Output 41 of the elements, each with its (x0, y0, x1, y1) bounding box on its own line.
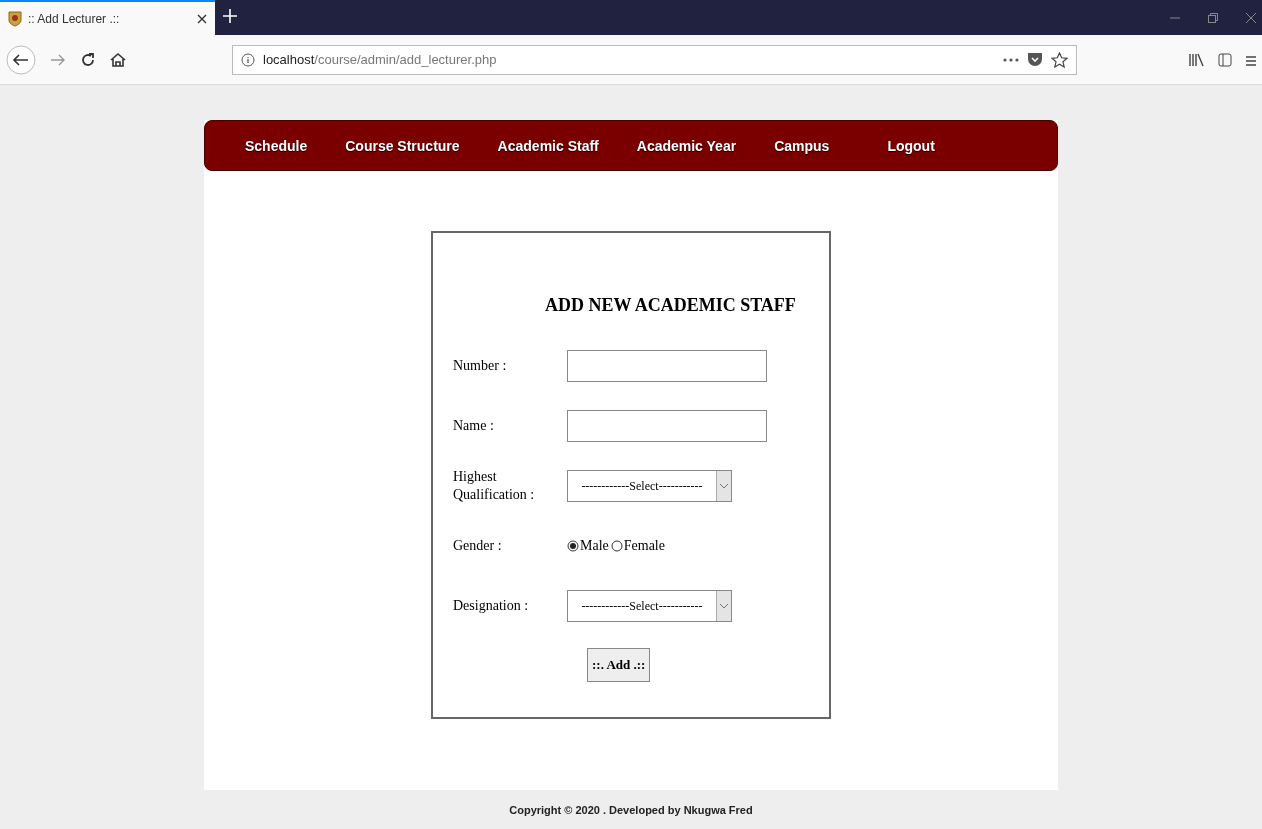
select-dropdown[interactable]: ------------Select----------- (567, 470, 732, 502)
nav-link[interactable]: Schedule (245, 137, 308, 154)
footer-text: Copyright © 2020 . Developed by Nkugwa Fred (509, 804, 753, 816)
shield-icon (8, 10, 22, 27)
radio-button-icon[interactable] (610, 540, 623, 552)
field-label: Designation : (453, 597, 530, 615)
field-label: Highest Qualification : (453, 468, 536, 504)
browser-tab[interactable]: :: Add Lecturer .:: (0, 0, 215, 35)
add-button[interactable]: ::. Add .:: (587, 648, 651, 682)
nav-link[interactable]: Logout (887, 137, 935, 154)
reload-icon[interactable] (80, 51, 96, 68)
info-icon[interactable] (241, 52, 255, 67)
close-window-icon[interactable] (1246, 12, 1256, 23)
pocket-icon[interactable] (1027, 52, 1043, 67)
field-label: Number : (453, 357, 508, 375)
nav-link[interactable]: Campus (774, 137, 830, 154)
library-icon[interactable] (1188, 52, 1204, 67)
home-icon[interactable] (110, 51, 126, 68)
field-label: Gender : (453, 537, 503, 555)
sidebar-icon[interactable] (1218, 52, 1232, 67)
radio-option[interactable]: Female (610, 538, 665, 554)
new-tab-icon[interactable] (223, 9, 237, 23)
radio-option[interactable]: Male (567, 538, 609, 554)
forward-icon[interactable] (50, 52, 66, 67)
select-dropdown[interactable]: ------------Select----------- (567, 590, 732, 622)
star-icon[interactable] (1051, 51, 1068, 68)
nav-link[interactable]: Academic Year (636, 137, 737, 154)
form-title: ADD NEW ACADEMIC STAFF (545, 295, 797, 316)
chevron-down-icon (720, 603, 728, 609)
input-field[interactable] (567, 350, 767, 382)
nav-link[interactable]: Course Structure (345, 137, 460, 154)
restore-icon[interactable] (1208, 12, 1218, 23)
field-label: Name : (453, 417, 495, 435)
chevron-down-icon (720, 483, 728, 489)
radio-button-icon[interactable] (567, 540, 579, 552)
back-icon[interactable] (6, 44, 36, 75)
input-field[interactable] (567, 410, 767, 442)
nav-link[interactable]: Academic Staff (497, 137, 599, 154)
address-bar[interactable]: localhost/course/admin/add_lecturer.php (232, 44, 1077, 75)
close-icon[interactable] (197, 13, 207, 24)
more-icon[interactable] (1003, 57, 1019, 62)
